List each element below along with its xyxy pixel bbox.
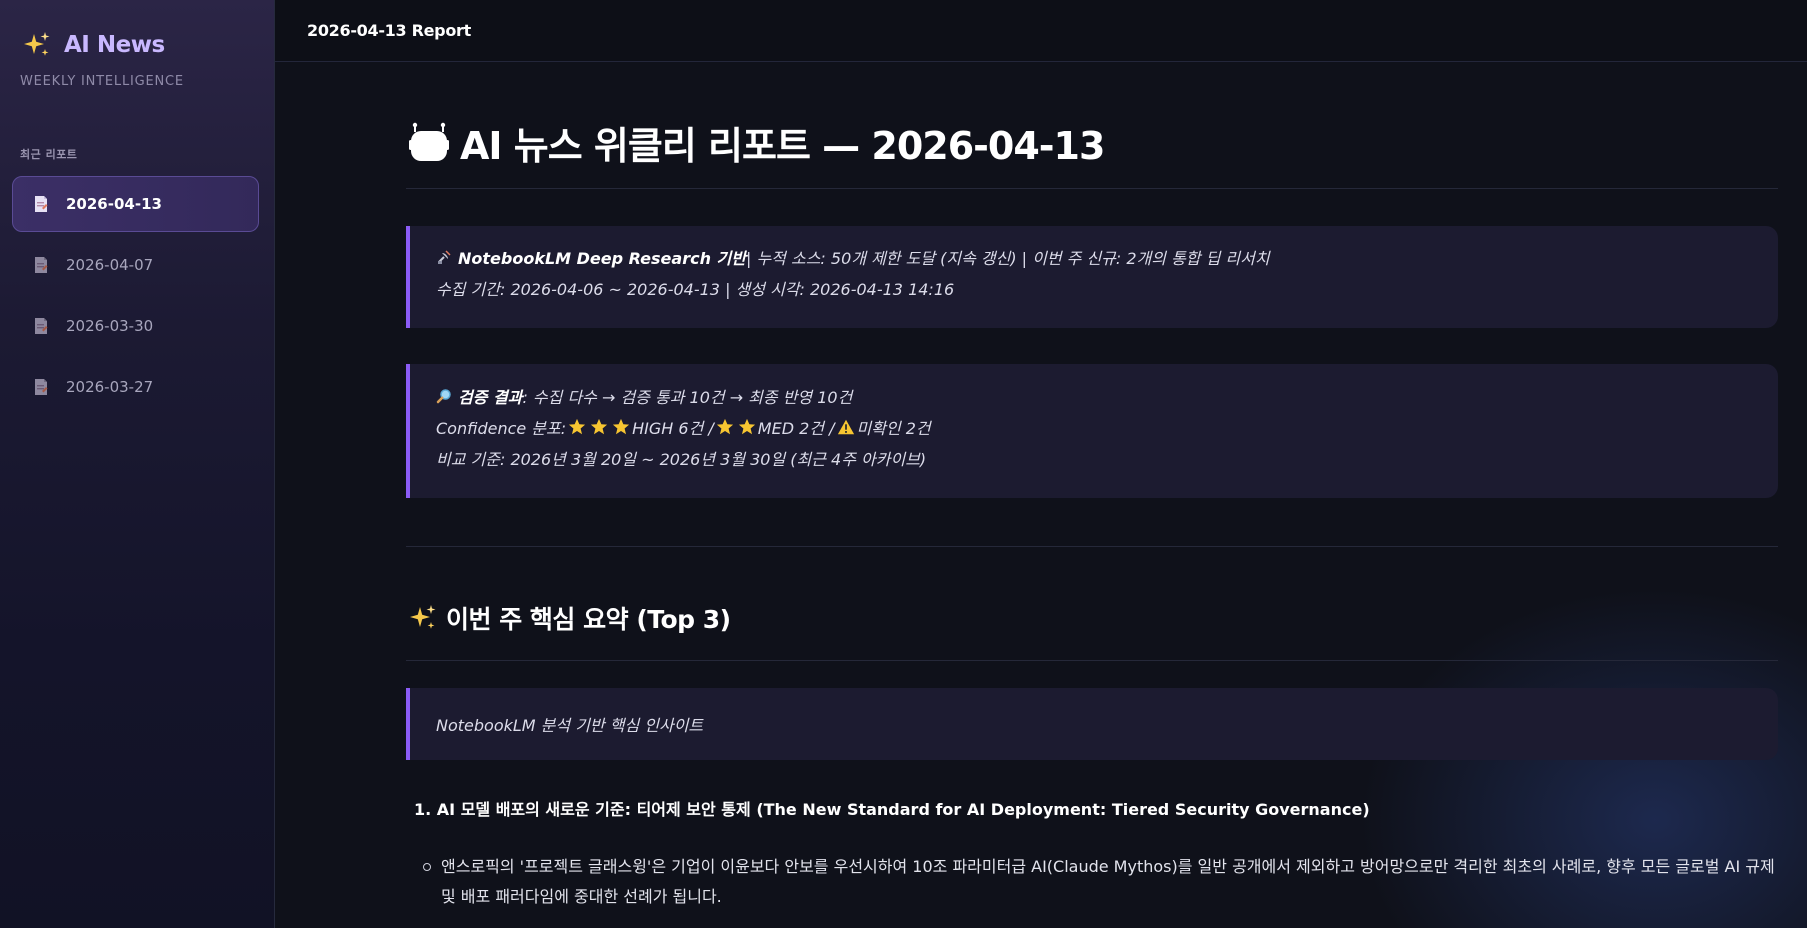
callout-bold-label: NotebookLM Deep Research 기반 bbox=[458, 248, 746, 268]
nav-item-label: 2026-04-13 bbox=[66, 195, 162, 213]
section-divider bbox=[406, 546, 1778, 547]
bullet-item: 앤스로픽의 '프로젝트 글래스윙'은 기업이 이윤보다 안보를 우선시하여 10… bbox=[423, 852, 1776, 912]
report-nav: 2026-04-13 2026-04-07 2026-03-30 2026-03… bbox=[12, 176, 259, 420]
brand-title: AI News bbox=[64, 32, 165, 58]
star-icon bbox=[738, 418, 755, 434]
callout-text: 수집 기간: 2026-04-06 ~ 2026-04-13 | 생성 시각: … bbox=[436, 279, 955, 299]
bullet-text: 앤스로픽의 '프로젝트 글래스윙'은 기업이 이윤보다 안보를 우선시하여 10… bbox=[441, 857, 1775, 906]
section-title: 이번 주 핵심 요약 (Top 3) bbox=[408, 598, 731, 638]
callout-text: : 수집 다수 → 검증 통과 10건 → 최종 반영 10건 bbox=[522, 387, 853, 407]
page-title: AI 뉴스 위클리 리포트 — 2026-04-13 bbox=[408, 112, 1105, 172]
source-info-callout: NotebookLM Deep Research 기반 | 누적 소스: 50개… bbox=[406, 226, 1778, 328]
star-icon bbox=[569, 418, 586, 434]
confidence-med: MED 2건 / bbox=[757, 418, 835, 438]
verification-callout: 검증 결과: 수집 다수 → 검증 통과 10건 → 최종 반영 10건 Con… bbox=[406, 364, 1778, 498]
callout-text: | 누적 소스: 50개 제한 도달 (지속 갱신) | 이번 주 신규: 2개… bbox=[745, 248, 1270, 268]
star-icon bbox=[716, 418, 733, 434]
topbar: 2026-04-13 Report bbox=[275, 0, 1807, 62]
nav-item-2026-03-27[interactable]: 2026-03-27 bbox=[12, 359, 259, 415]
robot-icon bbox=[409, 122, 449, 161]
star-icon bbox=[591, 418, 608, 434]
confidence-line: Confidence 분포: HIGH 6건 / MED 2건 / 미확인 2건 bbox=[436, 411, 1778, 442]
sparkles-icon bbox=[410, 605, 436, 629]
title-divider bbox=[406, 188, 1778, 189]
section-title-text: 이번 주 핵심 요약 (Top 3) bbox=[446, 605, 731, 634]
insight-callout: NotebookLM 분석 기반 핵심 인사이트 bbox=[406, 688, 1778, 760]
satellite-icon bbox=[438, 249, 451, 264]
brand-subtitle: WEEKLY INTELLIGENCE bbox=[20, 74, 184, 89]
magnifier-icon bbox=[436, 388, 451, 403]
star-icon bbox=[613, 418, 630, 434]
document-icon bbox=[35, 379, 48, 395]
page-title-text: AI 뉴스 위클리 리포트 — 2026-04-13 bbox=[460, 123, 1105, 168]
callout-line: 검증 결과: 수집 다수 → 검증 통과 10건 → 최종 반영 10건 bbox=[436, 380, 1778, 411]
confidence-prefix: Confidence 분포: bbox=[436, 418, 567, 438]
report-title: 2026-04-13 Report bbox=[307, 21, 471, 40]
nav-item-label: 2026-03-27 bbox=[66, 378, 154, 396]
app-window: AI News WEEKLY INTELLIGENCE 최근 리포트 2026-… bbox=[0, 0, 1807, 928]
nav-item-2026-03-30[interactable]: 2026-03-30 bbox=[12, 298, 259, 354]
nav-item-label: 2026-04-07 bbox=[66, 256, 154, 274]
brand[interactable]: AI News bbox=[22, 30, 165, 60]
sidebar: AI News WEEKLY INTELLIGENCE 최근 리포트 2026-… bbox=[0, 0, 275, 928]
section-divider bbox=[406, 660, 1778, 661]
recent-reports-label: 최근 리포트 bbox=[20, 148, 78, 161]
bullet-marker bbox=[423, 863, 431, 871]
document-icon bbox=[35, 257, 48, 273]
callout-text: 비교 기준: 2026년 3월 20일 ~ 2026년 3월 30일 (최근 4… bbox=[436, 449, 927, 469]
callout-bold-label: 검증 결과 bbox=[458, 387, 523, 407]
nav-item-2026-04-07[interactable]: 2026-04-07 bbox=[12, 237, 259, 293]
callout-line: NotebookLM Deep Research 기반 | 누적 소스: 50개… bbox=[436, 241, 1778, 272]
document-icon bbox=[35, 318, 48, 334]
callout-text: NotebookLM 분석 기반 핵심 인사이트 bbox=[436, 715, 704, 735]
document-icon bbox=[35, 196, 48, 212]
list-item: 1. AI 모델 배포의 새로운 기준: 티어제 보안 통제 (The New … bbox=[414, 800, 1370, 819]
warning-icon bbox=[837, 419, 854, 434]
confidence-high: HIGH 6건 / bbox=[632, 418, 714, 438]
confidence-unverified: 미확인 2건 bbox=[856, 418, 931, 438]
sparkles-icon bbox=[24, 32, 50, 56]
nav-item-2026-04-13[interactable]: 2026-04-13 bbox=[12, 176, 259, 232]
nav-item-label: 2026-03-30 bbox=[66, 317, 154, 335]
main-panel: 2026-04-13 Report AI 뉴스 위클리 리포트 — 2026-0… bbox=[275, 0, 1807, 928]
